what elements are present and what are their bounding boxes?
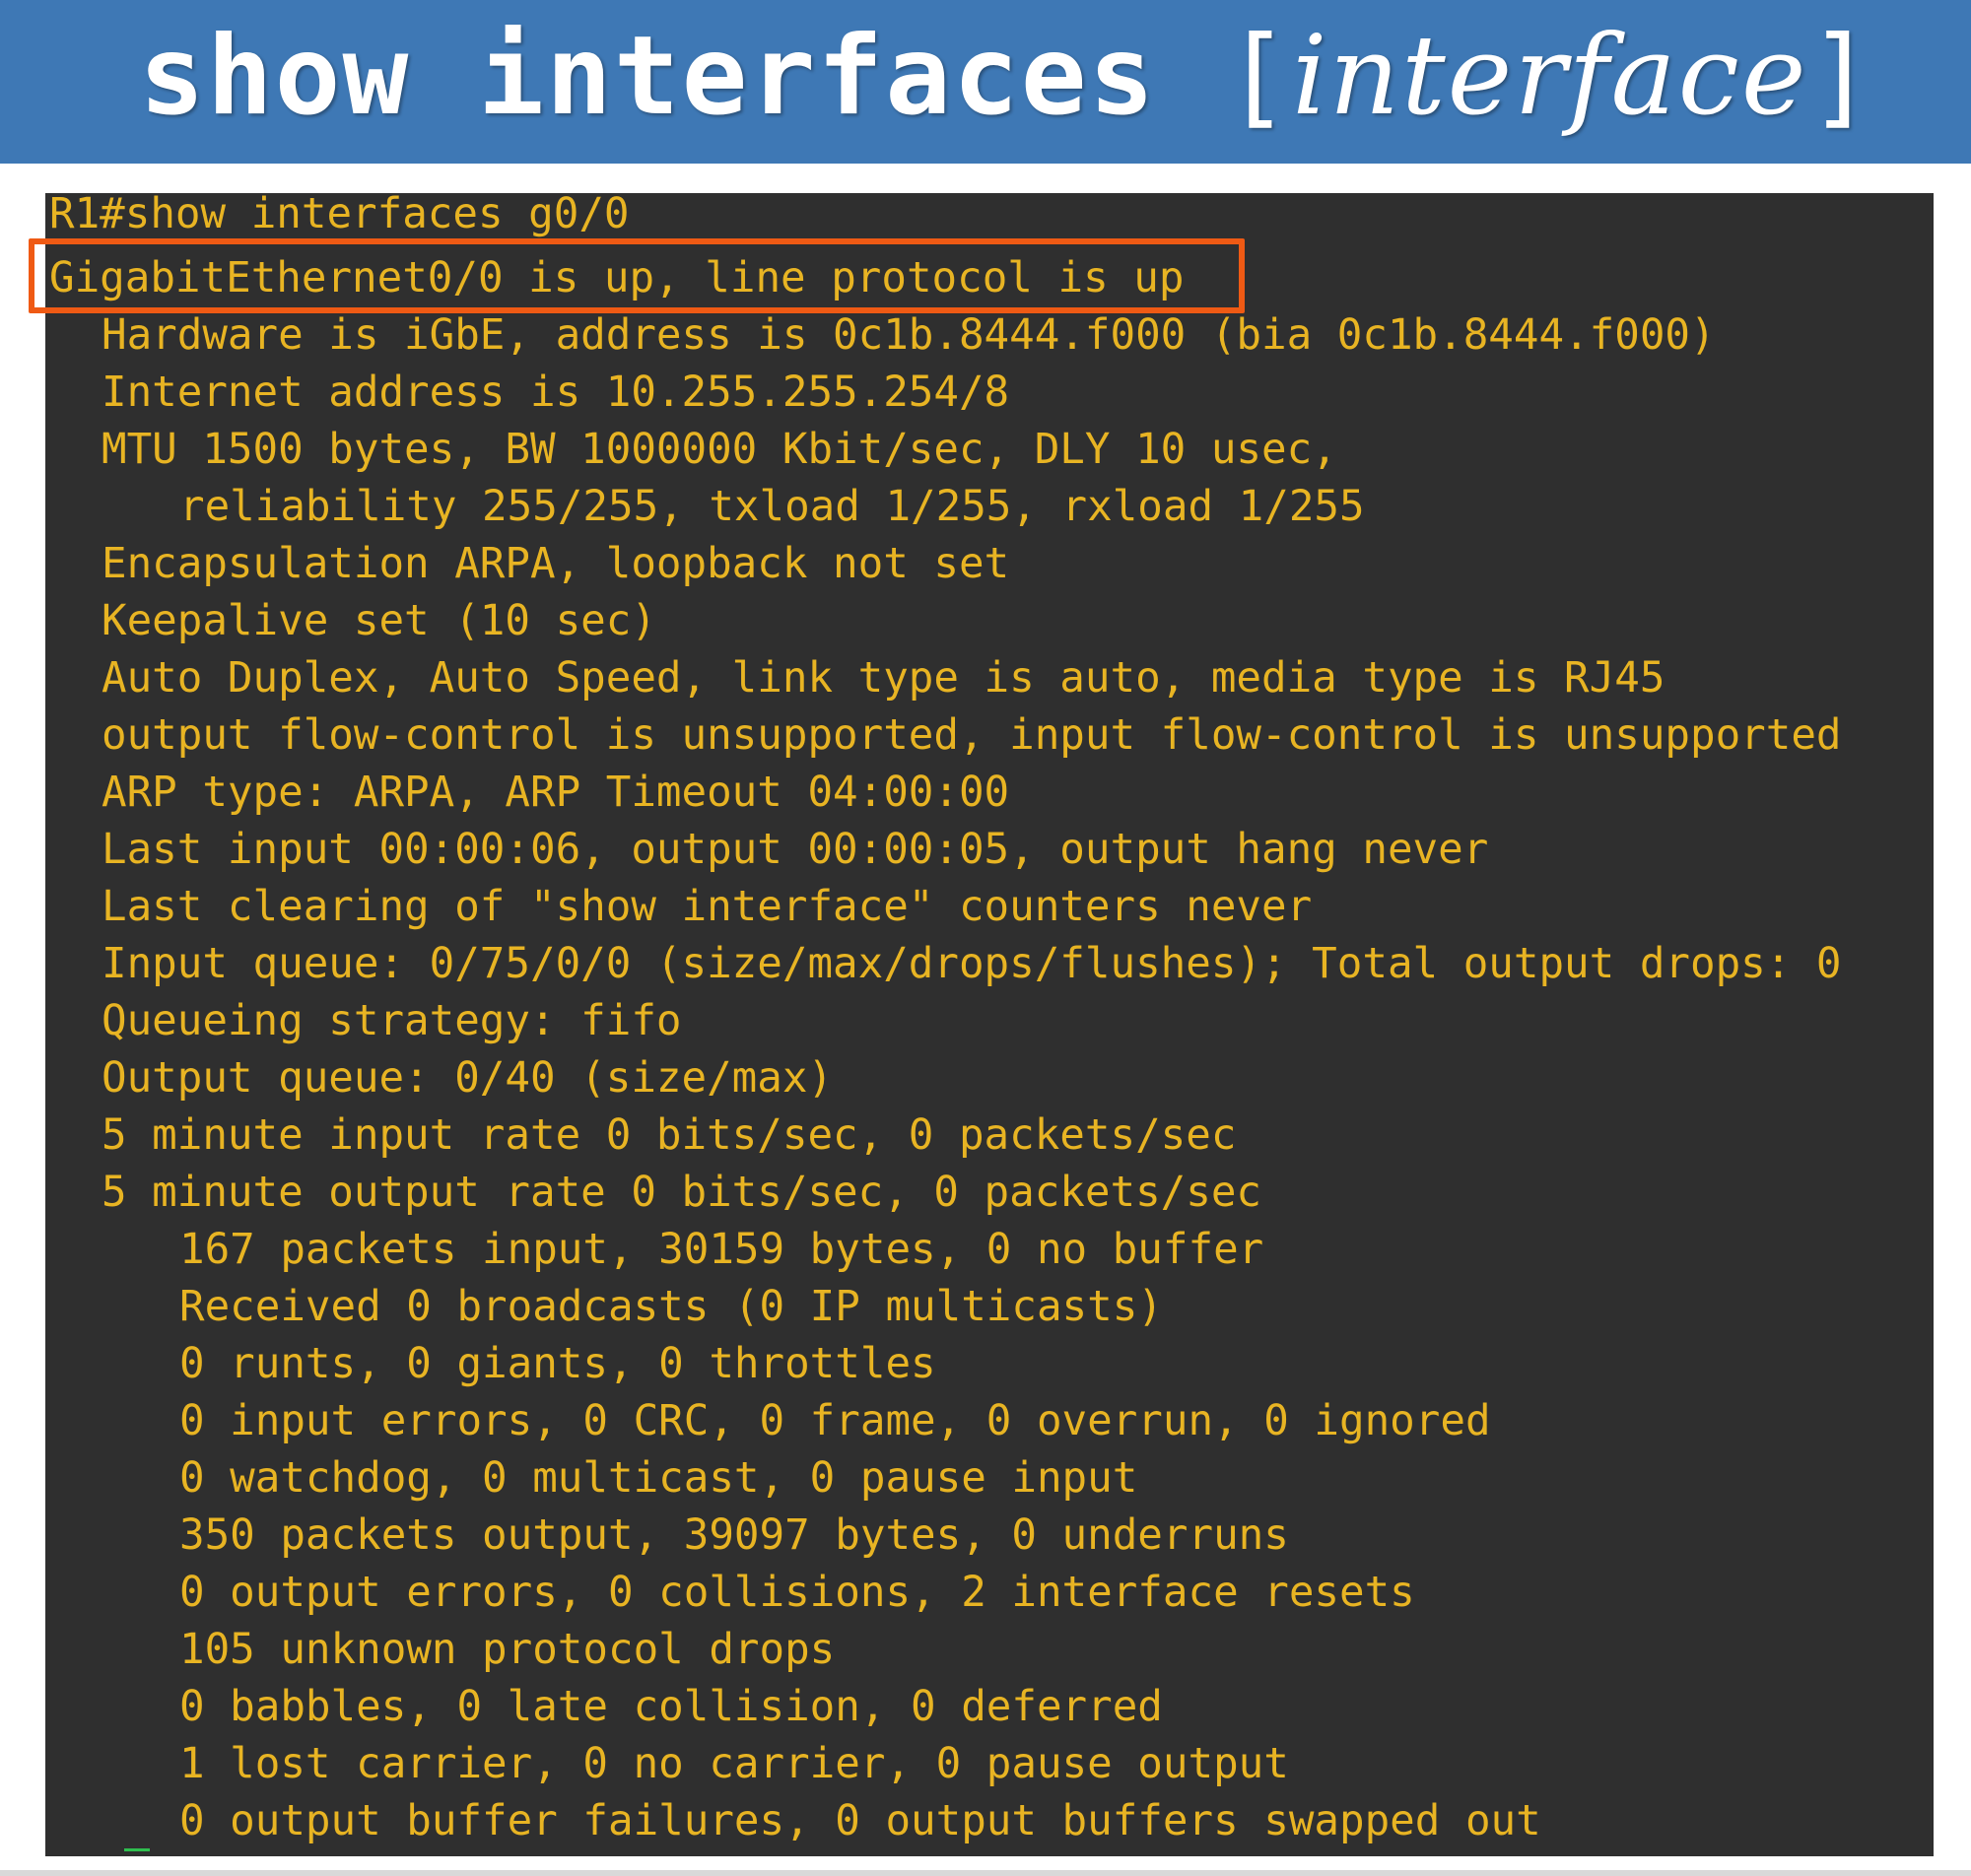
output-queue-line: Output queue: 0/40 (size/max) <box>102 1054 834 1103</box>
mtu-line: MTU 1500 bytes, BW 1000000 Kbit/sec, DLY… <box>102 426 1337 474</box>
hardware-line: Hardware is iGbE, address is 0c1b.8444.f… <box>102 311 1716 360</box>
title-command: show interfaces <box>139 13 1157 140</box>
output-buffer-line: 0 output buffer failures, 0 output buffe… <box>179 1797 1541 1845</box>
reliability-line: reliability 255/255, txload 1/255, rxloa… <box>179 483 1365 531</box>
encapsulation-line: Encapsulation ARPA, loopback not set <box>102 540 1010 588</box>
packets-output-line: 350 packets output, 39097 bytes, 0 under… <box>179 1511 1289 1560</box>
internet-address-line: Internet address is 10.255.255.254/8 <box>102 368 1010 417</box>
arp-line: ARP type: ARPA, ARP Timeout 04:00:00 <box>102 769 1010 817</box>
lost-carrier-line: 1 lost carrier, 0 no carrier, 0 pause ou… <box>179 1740 1289 1788</box>
output-errors-line: 0 output errors, 0 collisions, 2 interfa… <box>179 1569 1415 1617</box>
bottom-rule <box>0 1870 1971 1876</box>
slide-title: show interfaces [interface] <box>139 8 1875 146</box>
input-errors-line: 0 input errors, 0 CRC, 0 frame, 0 overru… <box>179 1397 1491 1445</box>
keepalive-line: Keepalive set (10 sec) <box>102 597 656 645</box>
last-clearing-line: Last clearing of "show interface" counte… <box>102 883 1313 931</box>
watchdog-line: 0 watchdog, 0 multicast, 0 pause input <box>179 1454 1138 1503</box>
output-rate-line: 5 minute output rate 0 bits/sec, 0 packe… <box>102 1169 1262 1217</box>
runts-line: 0 runts, 0 giants, 0 throttles <box>179 1340 936 1388</box>
status-highlight-box <box>29 238 1245 313</box>
babbles-line: 0 babbles, 0 late collision, 0 deferred <box>179 1683 1163 1731</box>
last-input-line: Last input 00:00:06, output 00:00:05, ou… <box>102 826 1489 874</box>
received-line: Received 0 broadcasts (0 IP multicasts) <box>179 1283 1163 1331</box>
input-queue-line: Input queue: 0/75/0/0 (size/max/drops/fl… <box>102 940 1842 988</box>
title-close-bracket: ] <box>1807 13 1876 140</box>
terminal-lines: R1#show interfaces g0/0 GigabitEthernet0… <box>49 193 1842 1850</box>
input-rate-line: 5 minute input rate 0 bits/sec, 0 packet… <box>102 1111 1237 1160</box>
queueing-line: Queueing strategy: fifo <box>102 997 682 1045</box>
flow-control-line: output flow-control is unsupported, inpu… <box>102 711 1842 760</box>
terminal-cursor-mark <box>124 1848 150 1856</box>
title-open-bracket: [ <box>1224 13 1293 140</box>
terminal-output: R1#show interfaces g0/0 GigabitEthernet0… <box>45 193 1934 1856</box>
title-banner: show interfaces [interface] <box>0 0 1971 164</box>
packets-input-line: 167 packets input, 30159 bytes, 0 no buf… <box>179 1226 1264 1274</box>
duplex-line: Auto Duplex, Auto Speed, link type is au… <box>102 654 1665 703</box>
unknown-protocol-line: 105 unknown protocol drops <box>179 1626 836 1674</box>
title-argument: interface <box>1292 13 1808 140</box>
